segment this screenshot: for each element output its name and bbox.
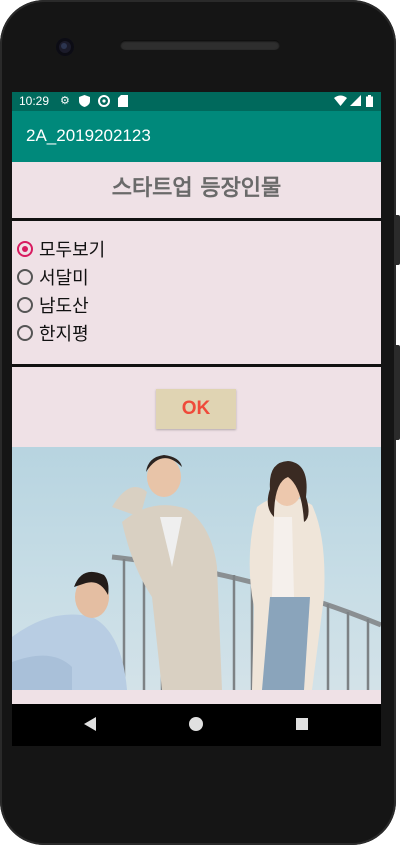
radio-option-seodalmi[interactable]: 서달미 <box>17 264 89 290</box>
radio-label: 모두보기 <box>39 240 106 261</box>
power-button <box>394 215 400 265</box>
radio-label: 서달미 <box>39 268 89 289</box>
wifi-icon <box>334 95 347 109</box>
top-divider <box>12 218 381 221</box>
radio-unchecked-icon[interactable] <box>17 297 33 313</box>
radio-option-all[interactable]: 모두보기 <box>17 236 105 262</box>
recents-icon[interactable] <box>296 718 308 730</box>
volume-button <box>394 345 400 440</box>
signal-icon <box>350 95 361 109</box>
cast-photo <box>12 447 381 690</box>
radio-label: 남도산 <box>39 296 89 317</box>
radio-unchecked-icon[interactable] <box>17 325 33 341</box>
back-icon[interactable] <box>84 717 96 731</box>
radio-option-hanjipyeong[interactable]: 한지평 <box>17 320 89 346</box>
radio-label: 한지평 <box>39 324 89 345</box>
page-heading: 스타트업 등장인물 <box>111 176 282 201</box>
radio-checked-icon[interactable] <box>17 241 33 257</box>
radio-unchecked-icon[interactable] <box>17 269 33 285</box>
phone-frame: 10:29 ⚙ 2A_2019202123 스타트업 등장인물 모두보기 서달미… <box>0 0 400 845</box>
app-toolbar: 2A_2019202123 <box>12 111 381 162</box>
front-camera <box>56 38 74 56</box>
radio-option-namdosan[interactable]: 남도산 <box>17 292 89 318</box>
navigation-bar <box>12 704 381 746</box>
vpn-icon <box>98 95 110 110</box>
ok-button[interactable]: OK <box>156 389 236 429</box>
battery-icon <box>366 95 373 110</box>
app-screen: 10:29 ⚙ 2A_2019202123 스타트업 등장인물 모두보기 서달미… <box>12 92 381 704</box>
sd-card-icon <box>118 95 128 110</box>
earpiece-speaker <box>120 40 280 50</box>
status-time: 10:29 <box>19 94 50 108</box>
bottom-divider <box>12 364 381 367</box>
shield-icon <box>79 95 90 110</box>
home-icon[interactable] <box>189 717 203 731</box>
app-title: 2A_2019202123 <box>26 126 151 145</box>
cast-photo-illustration <box>12 455 381 690</box>
gear-icon: ⚙ <box>60 94 70 107</box>
status-bar: 10:29 ⚙ <box>12 92 381 111</box>
